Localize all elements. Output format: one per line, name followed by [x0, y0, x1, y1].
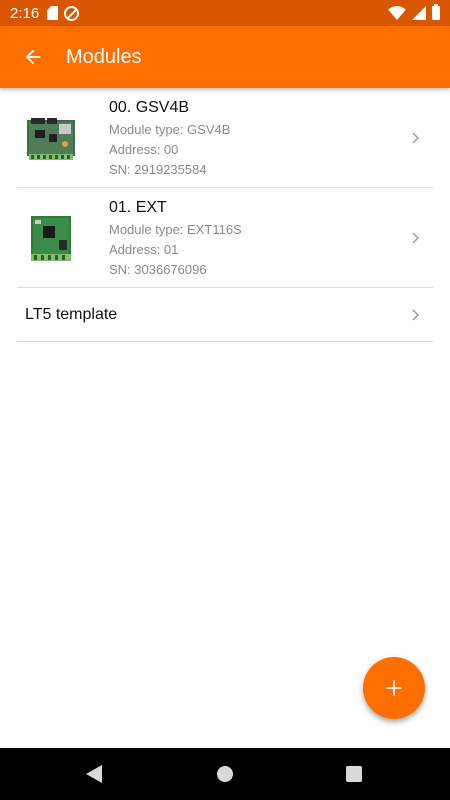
- nav-home-icon[interactable]: [217, 766, 233, 782]
- module-title: 00. GSV4B: [109, 99, 190, 116]
- arrow-back-icon: [25, 49, 41, 65]
- battery-icon: [432, 4, 440, 20]
- status-system-icons: [388, 4, 440, 20]
- chevron-right-icon: [412, 231, 419, 244]
- gsv4b-board-image: [27, 118, 75, 160]
- module-type: Module type: GSV4B: [109, 122, 231, 137]
- status-time: 2:16: [10, 4, 40, 22]
- module-item-gsv4b[interactable]: 00. GSV4B Module type: GSV4B Address: 00…: [17, 88, 433, 188]
- status-notification-icons: [47, 5, 80, 21]
- back-button[interactable]: [0, 26, 66, 88]
- do-not-disturb-icon: [64, 5, 80, 21]
- signal-icon: [412, 6, 426, 20]
- template-item-lt5[interactable]: LT5 template: [17, 288, 433, 342]
- module-info: 00. GSV4B Module type: GSV4B Address: 00…: [109, 98, 230, 180]
- module-address: Address: 00: [109, 142, 179, 157]
- module-list: 00. GSV4B Module type: GSV4B Address: 00…: [17, 88, 433, 342]
- module-type: Module type: EXT116S: [109, 222, 242, 237]
- chevron-right-icon: [412, 131, 419, 144]
- navigation-bar: [0, 748, 450, 800]
- module-title: 01. EXT: [109, 199, 167, 216]
- sd-card-icon: [47, 6, 59, 20]
- add-module-button[interactable]: [363, 657, 425, 719]
- modules-screen: 2:16 Modules 00. GSV4B Module type: GSV4…: [0, 0, 450, 800]
- app-bar: Modules: [0, 26, 450, 88]
- module-serial: SN: 3036676096: [109, 262, 207, 277]
- nav-back-icon[interactable]: [86, 765, 102, 783]
- plus-icon: [386, 680, 402, 696]
- wifi-icon: [388, 6, 406, 20]
- template-label: LT5 template: [25, 305, 118, 323]
- module-item-ext[interactable]: 01. EXT Module type: EXT116S Address: 01…: [17, 188, 433, 288]
- status-bar: 2:16: [0, 0, 450, 26]
- nav-recents-icon[interactable]: [346, 766, 362, 782]
- ext-board-image: [31, 216, 71, 261]
- chevron-right-icon: [412, 308, 419, 321]
- module-serial: SN: 2919235584: [109, 162, 207, 177]
- module-address: Address: 01: [109, 242, 179, 257]
- page-title: Modules: [66, 45, 142, 68]
- module-info: 01. EXT Module type: EXT116S Address: 01…: [109, 198, 242, 280]
